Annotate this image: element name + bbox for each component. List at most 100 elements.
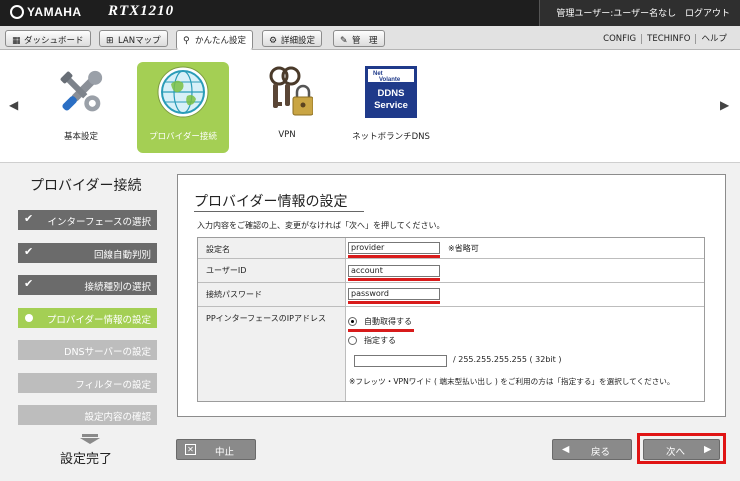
- wizard-basic-settings[interactable]: 基本設定: [35, 62, 127, 153]
- done-label: 設定完了: [60, 452, 113, 467]
- step-label: プロバイダー情報の設定: [46, 315, 151, 326]
- back-arrow-icon: ◀: [562, 444, 570, 455]
- title-divider: [194, 211, 364, 212]
- instruction-text: 入力内容をご確認の上、変更がなければ「次へ」を押してください。: [197, 221, 445, 230]
- down-arrow-icon: [80, 434, 100, 444]
- check-icon: ✔: [24, 212, 34, 225]
- wizard-selector: ◀ ▶ 基本設定 プロバイダー接続 VPN Net Volante DDNS S…: [0, 50, 740, 163]
- step-item: 設定内容の確認: [18, 405, 157, 425]
- tab-label: 管 理: [352, 36, 378, 46]
- row-setting-name: 設定名 provider ※省略可: [198, 238, 704, 259]
- wrench-icon: ✎: [340, 36, 348, 46]
- help-link[interactable]: ヘルプ: [695, 34, 732, 44]
- step-item: DNSサーバーの設定: [18, 340, 157, 360]
- wizard-label: VPN: [278, 130, 296, 140]
- svg-text:DDNS: DDNS: [378, 88, 405, 99]
- step-label: 回線自動判別: [93, 250, 151, 261]
- tab-advanced-settings[interactable]: ⚙ 詳細設定: [262, 30, 323, 47]
- wizard-icon: ⚲: [183, 36, 190, 46]
- radio-manual-label: 指定する: [364, 336, 396, 345]
- setting-name-input[interactable]: provider: [348, 242, 440, 254]
- step-navigation: プロバイダー接続 ✔ インターフェースの選択 ✔ 回線自動判別 ✔ 接続種別の選択 プ…: [0, 163, 168, 481]
- row-pp-ip-address: PPインターフェースのIPアドレス 自動取得する 指定する / 255.255.…: [198, 307, 704, 401]
- step-label: インターフェースの選択: [47, 217, 151, 228]
- main-tab-bar: ▦ ダッシュボード ⊞ LANマップ ⚲ かんたん設定 ⚙ 詳細設定 ✎ 管 理 CONF…: [0, 26, 740, 50]
- scroll-right-arrow-icon[interactable]: ▶: [720, 98, 729, 112]
- radio-auto[interactable]: [348, 317, 357, 326]
- ddns-icon: Net Volante DDNS Service: [365, 66, 417, 118]
- model-name: RTX1210: [108, 3, 175, 19]
- dashboard-icon: ▦: [12, 36, 21, 46]
- step-label: フィルターの設定: [75, 380, 151, 391]
- wizard-provider-connection[interactable]: プロバイダー接続: [137, 62, 229, 153]
- tuning-fork-icon: [10, 5, 24, 19]
- field-label: 接続パスワード: [198, 283, 346, 306]
- step-label: DNSサーバーの設定: [64, 347, 151, 358]
- step-label: 設定内容の確認: [84, 412, 151, 423]
- tab-label: かんたん設定: [195, 36, 247, 46]
- button-label: 戻る: [591, 447, 611, 458]
- ip-address-input[interactable]: [354, 355, 447, 367]
- top-links: CONFIG TECHINFO ヘルプ: [598, 32, 732, 44]
- svg-text:Service: Service: [374, 100, 408, 111]
- keys-lock-icon: [269, 66, 313, 116]
- tab-lanmap[interactable]: ⊞ LANマップ: [99, 30, 168, 47]
- globe-icon: [157, 66, 209, 118]
- tab-dashboard[interactable]: ▦ ダッシュボード: [5, 30, 91, 47]
- pp-ip-note: ※フレッツ・VPNワイド ( 端末型払い出し ) をご利用の方は「指定する」を選…: [349, 377, 675, 386]
- user-id-input[interactable]: account: [348, 265, 440, 277]
- row-user-id: ユーザーID account: [198, 259, 704, 283]
- cancel-button[interactable]: ✕ 中止: [176, 439, 256, 460]
- wizard-netvolante-dns[interactable]: Net Volante DDNS Service ネットボランチDNS: [345, 62, 437, 153]
- step-item-current: プロバイダー情報の設定: [18, 308, 157, 328]
- radio-auto-label: 自動取得する: [364, 317, 412, 326]
- wizard-label: プロバイダー接続: [149, 132, 217, 142]
- logout-link[interactable]: ログアウト: [685, 9, 730, 19]
- check-icon: ✔: [24, 277, 34, 290]
- step-item: フィルターの設定: [18, 373, 157, 393]
- yamaha-logo: YAMAHA: [10, 5, 82, 19]
- current-step-dot-icon: [25, 314, 33, 322]
- subnet-mask-text: / 255.255.255.255 ( 32bit ): [453, 355, 562, 364]
- settings-form: 設定名 provider ※省略可 ユーザーID account 接続パスワード…: [197, 237, 705, 402]
- highlight-underline: [348, 278, 440, 281]
- steps-title: プロバイダー接続: [30, 178, 142, 194]
- wizard-label: ネットボランチDNS: [352, 132, 430, 142]
- button-label: 中止: [215, 447, 235, 458]
- wizard-label: 基本設定: [63, 132, 98, 142]
- highlight-underline: [348, 301, 440, 304]
- optional-note: ※省略可: [448, 244, 479, 253]
- field-label: PPインターフェースのIPアドレス: [198, 307, 346, 401]
- user-box: 管理ユーザー:ユーザー名なし ログアウト: [539, 0, 740, 26]
- config-link[interactable]: CONFIG: [598, 34, 641, 44]
- provider-settings-panel: プロバイダー情報の設定 入力内容をご確認の上、変更がなければ「次へ」を押してくだ…: [177, 174, 726, 417]
- radio-manual[interactable]: [348, 336, 357, 345]
- step-label: 接続種別の選択: [84, 282, 151, 293]
- field-label: 設定名: [198, 238, 346, 258]
- highlight-underline: [348, 255, 440, 258]
- tab-label: 詳細設定: [281, 36, 316, 46]
- brand-name: YAMAHA: [27, 5, 82, 19]
- techinfo-link[interactable]: TECHINFO: [641, 34, 696, 44]
- user-info: 管理ユーザー:ユーザー名なし: [556, 9, 677, 19]
- row-password: 接続パスワード password: [198, 283, 704, 307]
- svg-text:Volante: Volante: [379, 77, 401, 83]
- wizard-vpn[interactable]: VPN: [241, 62, 333, 153]
- tab-management[interactable]: ✎ 管 理: [333, 30, 385, 47]
- step-item: ✔ 回線自動判別: [18, 243, 157, 263]
- field-label: ユーザーID: [198, 259, 346, 282]
- password-input[interactable]: password: [348, 288, 440, 300]
- tools-icon: [60, 70, 103, 112]
- highlight-underline: [348, 329, 414, 332]
- step-item: ✔ 接続種別の選択: [18, 275, 157, 295]
- step-item: ✔ インターフェースの選択: [18, 210, 157, 230]
- top-bar: YAMAHA RTX1210 管理ユーザー:ユーザー名なし ログアウト: [0, 0, 740, 26]
- cancel-icon: ✕: [185, 444, 196, 455]
- lanmap-icon: ⊞: [106, 36, 114, 46]
- tab-label: LANマップ: [118, 36, 161, 46]
- back-button[interactable]: ◀ 戻る: [552, 439, 632, 460]
- scroll-left-arrow-icon[interactable]: ◀: [9, 98, 18, 112]
- tab-easy-setup[interactable]: ⚲ かんたん設定: [176, 30, 254, 50]
- panel-title: プロバイダー情報の設定: [194, 194, 348, 210]
- tab-label: ダッシュボード: [24, 36, 84, 46]
